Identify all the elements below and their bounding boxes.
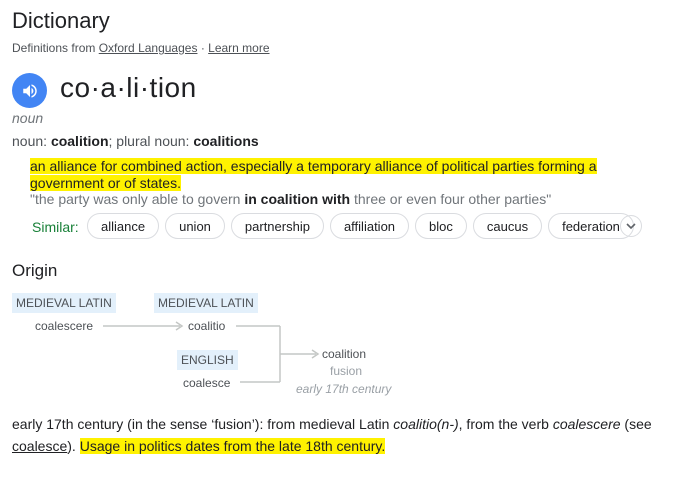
word-forms: noun: coalition; plural noun: coalitions xyxy=(12,133,259,149)
etym-highlight: Usage in politics dates from the late 18… xyxy=(79,438,386,454)
plural-form: coalitions xyxy=(193,133,259,149)
etym-date: early 17th century xyxy=(296,382,392,396)
etym-part2: , from the verb xyxy=(458,416,553,432)
similar-label: Similar: xyxy=(32,219,79,235)
etym-word-coalitio: coalitio xyxy=(188,319,226,333)
similar-chip[interactable]: partnership xyxy=(230,213,324,239)
example-post: three or even four other parties" xyxy=(354,191,552,207)
part-of-speech: noun xyxy=(12,110,44,126)
etym-word-coalesce: coalesce xyxy=(183,376,231,390)
speaker-icon xyxy=(22,83,37,98)
definition-line-2: government or of states. xyxy=(30,175,181,191)
separator: · xyxy=(200,41,205,55)
plural-label: ; plural noun: xyxy=(108,133,190,149)
noun-form: coalition xyxy=(50,133,109,149)
source-prefix: Definitions from xyxy=(12,41,96,55)
etymology-text: early 17th century (in the sense ‘fusion… xyxy=(12,413,662,457)
similar-chip[interactable]: affiliation xyxy=(329,213,410,239)
etym-italic2: coalescere xyxy=(552,416,621,432)
noun-label: noun: xyxy=(12,133,48,149)
similar-chip[interactable]: caucus xyxy=(472,213,543,239)
coalesce-link[interactable]: coalesce xyxy=(12,438,67,454)
etym-part3: (see xyxy=(620,416,652,432)
definition: an alliance for combined action, especia… xyxy=(30,158,630,192)
oxford-languages-link[interactable]: Oxford Languages xyxy=(99,41,198,55)
source-line: Definitions from Oxford Languages · Lear… xyxy=(12,41,270,55)
similar-chip[interactable]: union xyxy=(165,213,225,239)
dictionary-title: Dictionary xyxy=(12,8,110,33)
headword: co·a·li·tion xyxy=(60,72,197,103)
definition-line-1: an alliance for combined action, especia… xyxy=(30,158,597,174)
etym-word-coalition: coalition xyxy=(322,347,367,361)
example-bold: in coalition with xyxy=(244,191,351,207)
similar-chips: alliance union partnership affiliation b… xyxy=(87,213,634,239)
lang-tag-english: ENGLISH xyxy=(177,350,238,370)
similar-chip[interactable]: bloc xyxy=(415,213,467,239)
etym-part1: early 17th century (in the sense ‘fusion… xyxy=(12,416,394,432)
lang-tag-medieval-latin: MEDIEVAL LATIN xyxy=(12,293,116,313)
etym-italic1: coalitio(n-) xyxy=(393,416,459,432)
lang-tag-medieval-latin: MEDIEVAL LATIN xyxy=(154,293,258,313)
similar-chip[interactable]: alliance xyxy=(87,213,160,239)
origin-title: Origin xyxy=(12,261,58,280)
expand-similar-button[interactable] xyxy=(620,215,642,237)
etym-part4: ). xyxy=(67,438,80,454)
etym-word-coalescere: coalescere xyxy=(35,319,94,333)
pronunciation-button[interactable] xyxy=(12,73,47,108)
example-pre: "the party was only able to govern xyxy=(30,191,241,207)
chevron-down-icon xyxy=(626,223,636,230)
etym-word-fusion: fusion xyxy=(330,364,363,378)
example-sentence: "the party was only able to govern in co… xyxy=(30,191,551,207)
learn-more-link[interactable]: Learn more xyxy=(208,41,269,55)
